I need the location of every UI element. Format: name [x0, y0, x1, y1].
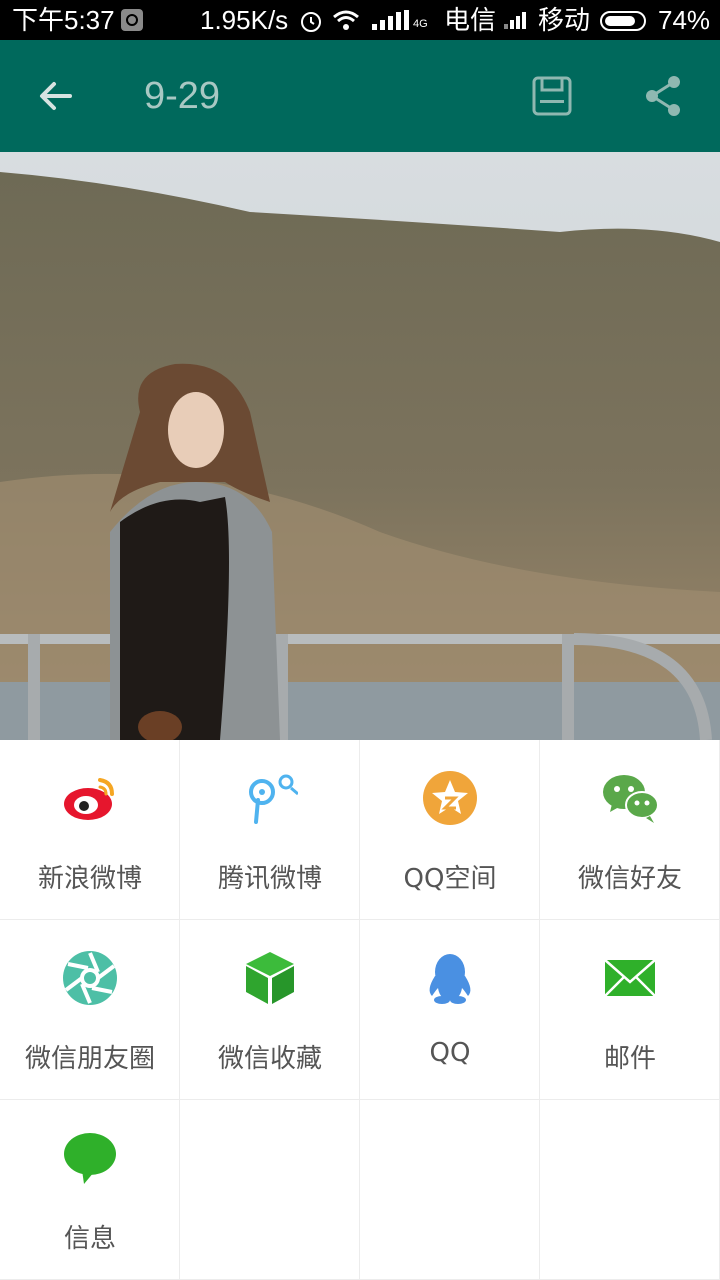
arrow-back-icon[interactable] — [32, 72, 80, 120]
weibo-icon — [64, 778, 114, 820]
share-item-label: QQ — [429, 1038, 471, 1068]
wechat-icon — [603, 775, 658, 823]
share-grid: 新浪微博 腾讯微博 QQ空间 微信好友 微信朋友圈 微信收藏 QQ 邮件 信息 — [0, 740, 720, 1280]
share-item-label: QQ空间 — [403, 864, 497, 894]
alarm-icon — [301, 12, 321, 32]
share-item-label: 微信收藏 — [217, 1044, 322, 1074]
network-speed: 1.95K/s — [200, 5, 289, 35]
mail-icon — [604, 959, 656, 997]
tencent-weibo-icon — [249, 774, 298, 824]
wechat-favorites-icon — [246, 952, 294, 1004]
share-item-label: 信息 — [63, 1224, 116, 1254]
share-item-label: 邮件 — [603, 1044, 656, 1074]
qq-icon — [429, 954, 471, 1004]
app-bar: 9-29 — [0, 40, 720, 152]
photo-image — [0, 152, 720, 740]
share-icon[interactable] — [640, 72, 688, 120]
empty-cell — [540, 1100, 720, 1280]
share-item-label: 腾讯微博 — [217, 864, 322, 894]
qzone-icon — [423, 771, 477, 825]
empty-cell — [180, 1100, 360, 1280]
battery-icon — [600, 11, 646, 31]
wechat-moments-icon — [63, 951, 117, 1005]
battery-level: 74% — [658, 5, 711, 35]
share-item-tencent-weibo[interactable]: 腾讯微博 — [180, 740, 360, 920]
notification-icon — [121, 9, 143, 31]
share-item-qq[interactable]: QQ — [360, 920, 540, 1100]
status-bar: 下午5:37 1.95K/s 4G 1X 电信 移动 74% — [0, 0, 720, 70]
share-item-message[interactable]: 信息 — [0, 1100, 180, 1280]
share-item-qzone[interactable]: QQ空间 — [360, 740, 540, 920]
share-item-mail[interactable]: 邮件 — [540, 920, 720, 1100]
share-item-label: 微信朋友圈 — [24, 1044, 155, 1074]
share-item-wechat[interactable]: 微信好友 — [540, 740, 720, 920]
photo-preview — [0, 152, 720, 740]
carrier-2: 移动 — [538, 5, 591, 35]
share-item-weibo[interactable]: 新浪微博 — [0, 740, 180, 920]
save-icon[interactable] — [528, 72, 576, 120]
wifi-icon — [333, 10, 359, 30]
signal-bars-2-icon — [504, 12, 526, 29]
status-time: 下午5:37 — [12, 5, 115, 35]
page-title: 9-29 — [144, 75, 221, 117]
share-item-label: 新浪微博 — [37, 864, 142, 894]
share-item-wechat-moments[interactable]: 微信朋友圈 — [0, 920, 180, 1100]
share-item-label: 微信好友 — [577, 864, 682, 894]
share-item-wechat-favorites[interactable]: 微信收藏 — [180, 920, 360, 1100]
message-icon — [64, 1133, 116, 1184]
empty-cell — [360, 1100, 540, 1280]
signal-bars-icon — [372, 10, 409, 30]
carrier-1: 电信 — [444, 5, 497, 35]
